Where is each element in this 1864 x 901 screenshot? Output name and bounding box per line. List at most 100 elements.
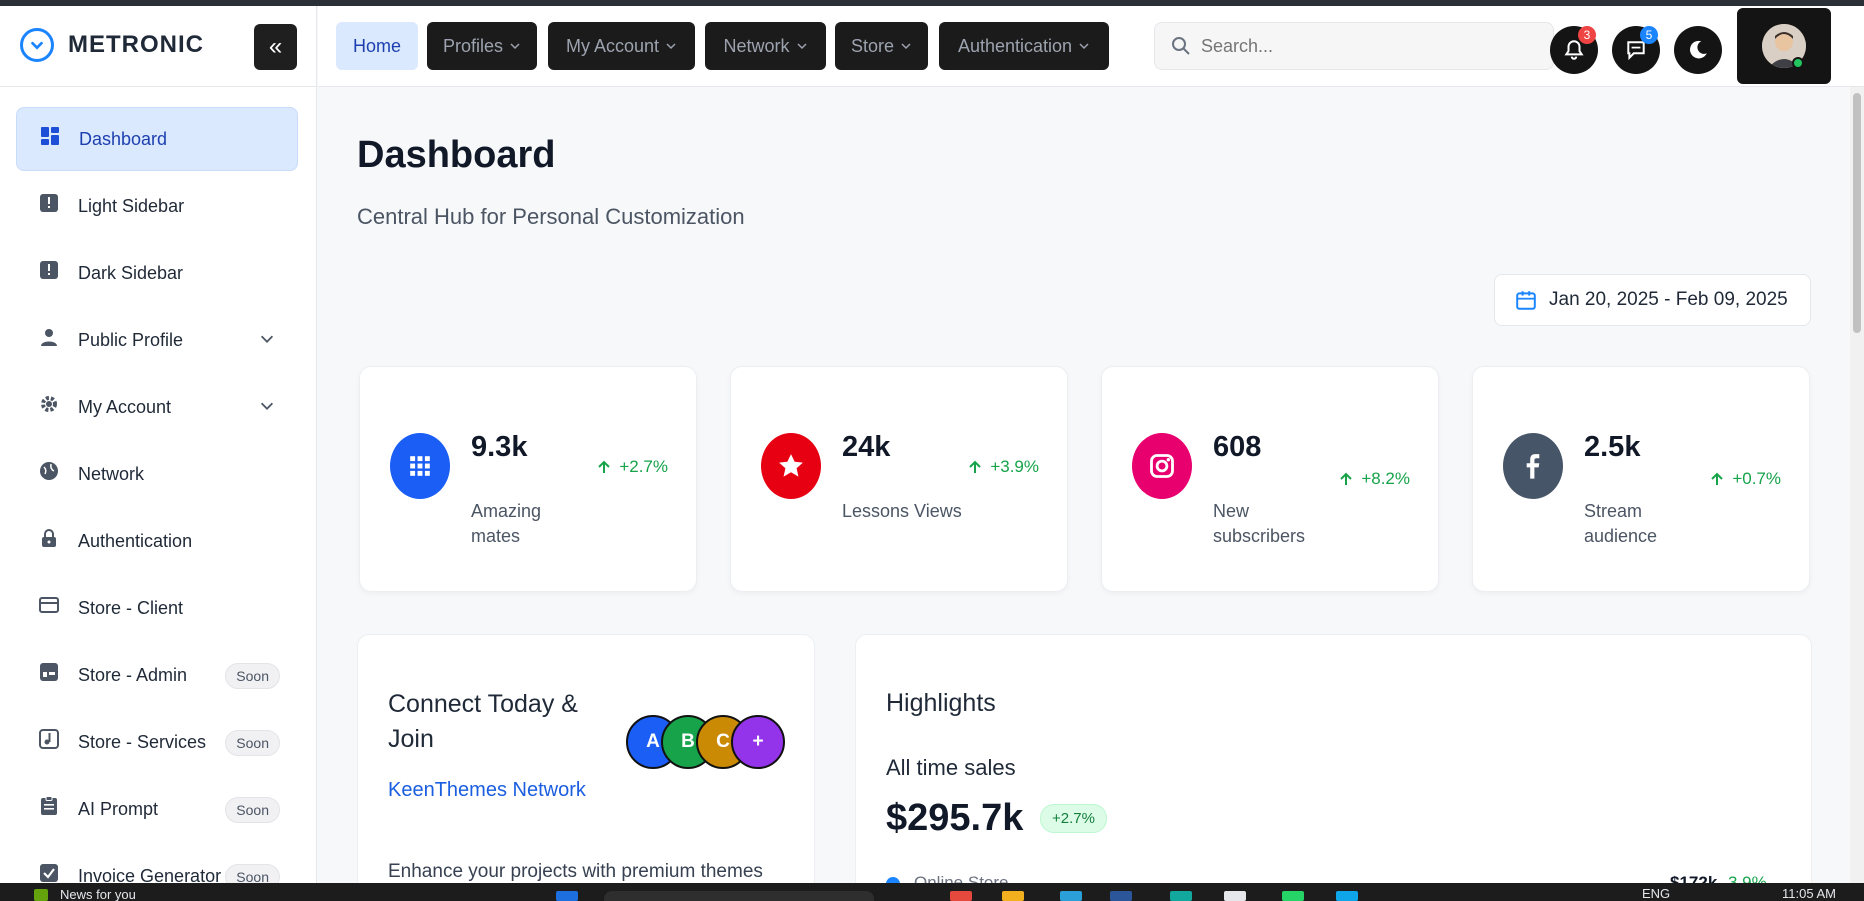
- arrow-up-icon: [598, 460, 611, 473]
- stat-value: 24k: [842, 431, 891, 463]
- top-header: Home Profiles My Account Network Store A…: [318, 6, 1864, 87]
- menu-store[interactable]: Store: [835, 22, 928, 70]
- taskbar-app-icon[interactable]: [1002, 891, 1024, 901]
- logo-chevron-icon: [20, 28, 54, 62]
- search-box[interactable]: [1154, 22, 1554, 70]
- taskbar-app-icon[interactable]: [1224, 891, 1246, 901]
- sidebar-item-label: Store - Admin: [78, 664, 188, 685]
- taskbar-app-icon[interactable]: [1336, 891, 1358, 901]
- stat-label: Stream audience: [1584, 501, 1658, 546]
- user-menu-button[interactable]: [1737, 8, 1831, 84]
- info-square-icon: [38, 259, 60, 281]
- clipboard-icon: [38, 795, 60, 817]
- sidebar-item-public-profile[interactable]: Public Profile: [16, 308, 298, 372]
- sidebar-item-light-sidebar[interactable]: Light Sidebar: [16, 174, 298, 238]
- menu-home[interactable]: Home: [336, 22, 418, 70]
- sidebar-item-label: Store - Services: [78, 731, 207, 752]
- taskbar-app-icon[interactable]: [1110, 891, 1132, 901]
- brand-logo[interactable]: METRONIC: [20, 28, 204, 62]
- date-range-picker[interactable]: Jan 20, 2025 - Feb 09, 2025: [1494, 274, 1811, 326]
- taskbar-app-icon[interactable]: [1282, 891, 1304, 901]
- connect-description: Enhance your projects with premium theme…: [388, 861, 763, 882]
- messages-button[interactable]: 5: [1612, 26, 1660, 74]
- brand-name: METRONIC: [68, 31, 204, 58]
- sidebar-collapse-button[interactable]: «: [254, 24, 297, 70]
- dashboard-icon: [39, 125, 61, 147]
- store-icon: [38, 661, 60, 683]
- sidebar-item-label: Public Profile: [78, 329, 184, 350]
- windows-start-icon[interactable]: [556, 891, 578, 901]
- sidebar-item-my-account[interactable]: My Account: [16, 375, 298, 439]
- chevron-down-icon: [666, 43, 676, 50]
- card-icon: [38, 594, 60, 616]
- soon-badge: Soon: [225, 730, 280, 756]
- music-icon: [38, 728, 60, 750]
- search-input[interactable]: [1201, 35, 1531, 57]
- avatar-more[interactable]: +: [731, 715, 785, 769]
- avatar-group[interactable]: A B C +: [626, 715, 786, 769]
- os-taskbar: News for you ENG 11:05 AM: [0, 883, 1864, 901]
- sidebar-item-label: Store - Client: [78, 597, 184, 618]
- sidebar-item-invoice-generator[interactable]: Invoice Generator Soon: [16, 844, 298, 883]
- menu-authentication[interactable]: Authentication: [939, 22, 1109, 70]
- sidebar-item-label: Invoice Generator: [78, 865, 222, 884]
- online-status-dot: [1792, 57, 1804, 69]
- arrow-up-icon: [1711, 472, 1724, 485]
- sidebar-item-store-services[interactable]: Store - Services Soon: [16, 710, 298, 774]
- taskbar-clock[interactable]: 11:05 AM: [1782, 886, 1836, 901]
- taskbar-app-icon[interactable]: [950, 891, 972, 901]
- sidebar-item-authentication[interactable]: Authentication: [16, 509, 298, 573]
- checkbox-icon: [38, 862, 60, 883]
- menu-label: Profiles: [442, 35, 504, 56]
- user-icon: [38, 326, 60, 348]
- double-chevron-left-icon: «: [268, 33, 283, 60]
- highlights-title: Highlights: [886, 689, 996, 717]
- soon-badge: Soon: [225, 663, 280, 689]
- message-count-badge: 5: [1640, 26, 1658, 44]
- moon-icon: [1689, 40, 1707, 59]
- chevron-down-icon[interactable]: [258, 397, 276, 415]
- stat-change: +3.9%: [968, 457, 1039, 477]
- connect-title: Connect Today & Join: [388, 690, 578, 753]
- menu-profiles[interactable]: Profiles: [427, 22, 537, 70]
- menu-label: My Account: [565, 35, 660, 56]
- notifications-button[interactable]: 3: [1550, 26, 1598, 74]
- chevron-down-icon[interactable]: [258, 330, 276, 348]
- soon-badge: Soon: [225, 864, 280, 883]
- notification-count-badge: 3: [1578, 26, 1596, 44]
- sidebar-item-dashboard[interactable]: Dashboard: [16, 107, 298, 171]
- stat-card-new-subscribers[interactable]: 608 New subscribers +8.2%: [1101, 366, 1439, 592]
- sidebar-item-dark-sidebar[interactable]: Dark Sidebar: [16, 241, 298, 305]
- sidebar-item-store-admin[interactable]: Store - Admin Soon: [16, 643, 298, 707]
- taskbar-news[interactable]: News for you: [60, 887, 136, 901]
- arrow-up-icon: [969, 460, 982, 473]
- taskbar-app-icon[interactable]: [1060, 891, 1082, 901]
- taskbar-language[interactable]: ENG: [1642, 886, 1670, 901]
- instagram-icon: [1132, 433, 1192, 499]
- sidebar-item-store-client[interactable]: Store - Client: [16, 576, 298, 640]
- taskbar-search[interactable]: [604, 891, 874, 901]
- menu-network[interactable]: Network: [705, 22, 826, 70]
- taskbar-app-icon[interactable]: [1170, 891, 1192, 901]
- sidebar-item-network[interactable]: Network: [16, 442, 298, 506]
- sidebar-item-label: Authentication: [78, 530, 193, 551]
- info-square-icon: [38, 192, 60, 214]
- sidebar-item-ai-prompt[interactable]: AI Prompt Soon: [16, 777, 298, 841]
- chevron-down-icon: [901, 43, 911, 50]
- search-icon: [1172, 37, 1190, 55]
- theme-toggle-button[interactable]: [1674, 26, 1722, 74]
- sidebar-item-label: AI Prompt: [78, 798, 159, 819]
- stat-change-value: +8.2%: [1361, 469, 1410, 488]
- highlights-value: $295.7k: [886, 797, 1024, 839]
- stat-card-amazing-mates[interactable]: 9.3k Amazing mates +2.7%: [359, 366, 697, 592]
- page-scrollbar[interactable]: [1850, 87, 1864, 883]
- scrollbar-thumb[interactable]: [1853, 93, 1861, 333]
- stat-card-lessons-views[interactable]: 24k Lessons Views +3.9%: [730, 366, 1068, 592]
- menu-label: Authentication: [957, 35, 1073, 56]
- keenthemes-network-link[interactable]: KeenThemes Network: [388, 779, 586, 802]
- menu-my-account[interactable]: My Account: [548, 22, 695, 70]
- chevron-down-icon: [1079, 43, 1089, 50]
- arrow-up-icon: [1340, 472, 1353, 485]
- sidebar: METRONIC « Dashboard Light Sidebar Dark …: [0, 6, 317, 883]
- stat-card-stream-audience[interactable]: 2.5k Stream audience +0.7%: [1472, 366, 1810, 592]
